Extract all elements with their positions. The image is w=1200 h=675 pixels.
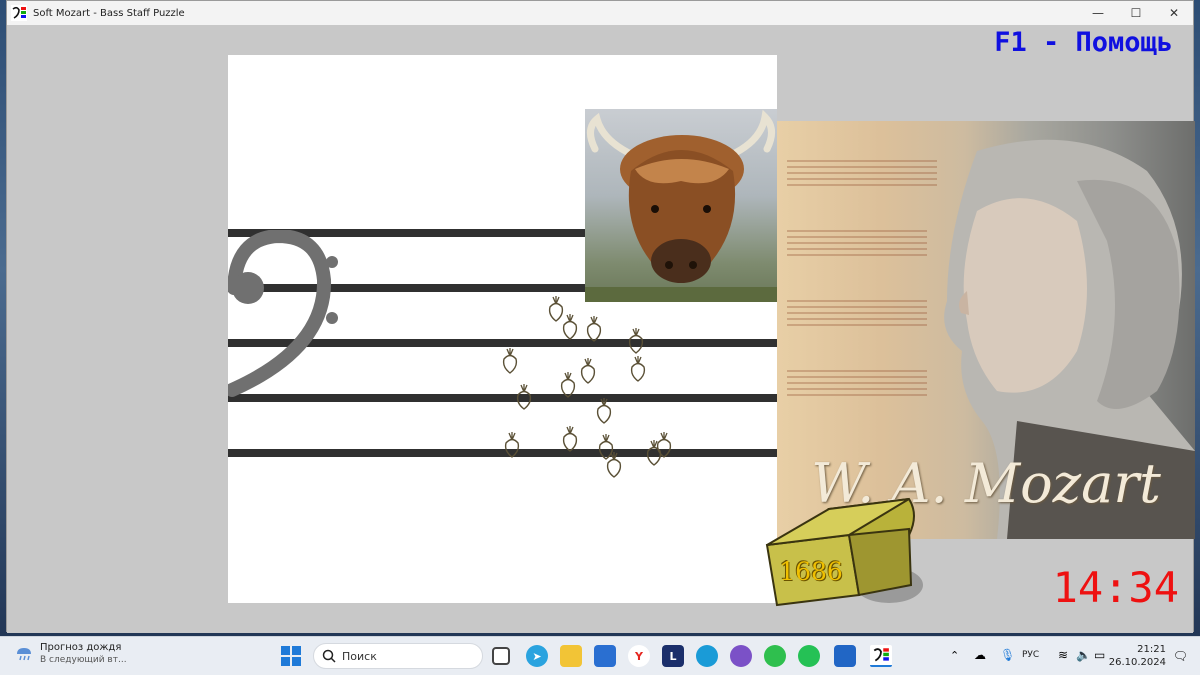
language-indicator[interactable]: РУС — [1022, 650, 1039, 660]
wifi-icon[interactable]: ≋ — [1058, 648, 1068, 662]
timer-display: 14:34 — [1052, 563, 1179, 612]
maximize-button[interactable]: ☐ — [1117, 1, 1155, 25]
search-placeholder: Поиск — [342, 649, 377, 663]
search-icon — [322, 649, 336, 663]
app-icon[interactable] — [834, 645, 856, 667]
weather-title: Прогноз дождя — [40, 642, 122, 653]
taskbar-search[interactable]: Поиск — [313, 643, 483, 669]
beet-icon[interactable] — [498, 347, 522, 375]
microphone-icon[interactable]: 🎙 — [1000, 648, 1015, 662]
edge-icon[interactable] — [696, 645, 718, 667]
beet-icon[interactable] — [500, 431, 524, 459]
soft-mozart-app-icon — [11, 5, 27, 21]
cloud-icon[interactable]: ☁ — [974, 648, 986, 662]
beet-icon[interactable] — [652, 431, 676, 459]
beet-icon[interactable] — [558, 425, 582, 453]
soft-mozart-taskbar-icon[interactable] — [870, 645, 892, 667]
beet-icon[interactable] — [626, 355, 650, 383]
score-counter: 1686 — [779, 557, 843, 586]
weather-widget[interactable]: Прогноз дождя В следующий вт... — [14, 641, 127, 667]
rain-icon — [17, 648, 31, 661]
l-app-icon[interactable]: L — [662, 645, 684, 667]
beet-icon[interactable] — [624, 327, 648, 355]
notification-icon[interactable]: 🗨 — [1173, 649, 1188, 663]
window-title: Soft Mozart - Bass Staff Puzzle — [33, 7, 185, 19]
battery-icon[interactable]: ▭ — [1094, 648, 1105, 662]
viber-icon[interactable] — [730, 645, 752, 667]
help-hint: F1 - Помощь — [994, 27, 1173, 58]
weather-subtitle: В следующий вт... — [40, 655, 127, 665]
mozart-portrait-image: W. A. Mozart — [777, 121, 1195, 539]
minimize-button[interactable]: — — [1079, 1, 1117, 25]
treasure-chest: 1686 — [759, 495, 929, 615]
beet-icon[interactable] — [556, 371, 580, 399]
file-explorer-icon[interactable] — [560, 645, 582, 667]
beet-icon[interactable] — [512, 383, 536, 411]
beet-icon[interactable] — [602, 451, 626, 479]
bass-clef-icon — [228, 230, 338, 397]
store-icon[interactable] — [594, 645, 616, 667]
beet-icon[interactable] — [558, 313, 582, 341]
highland-cow-image — [585, 109, 777, 302]
game-area: F1 - Помощь W. A. Mozart 1686 14:34 — [7, 25, 1195, 633]
taskbar: Прогноз дождя В следующий вт... Поиск ➤ … — [0, 636, 1200, 675]
chevron-up-icon[interactable]: ⌃ — [950, 649, 959, 662]
task-view-icon[interactable] — [492, 647, 510, 665]
title-bar[interactable]: Soft Mozart - Bass Staff Puzzle — ☐ ✕ — [7, 1, 1193, 25]
taskbar-clock[interactable]: 21:21 26.10.2024 — [1109, 643, 1166, 669]
volume-icon[interactable]: 🔈 — [1076, 648, 1091, 662]
yandex-browser-icon[interactable]: Y — [628, 645, 650, 667]
beet-icon[interactable] — [582, 315, 606, 343]
clock-date: 26.10.2024 — [1108, 657, 1166, 668]
telegram-icon[interactable]: ➤ — [526, 645, 548, 667]
beet-icon[interactable] — [592, 397, 616, 425]
clock-time: 21:21 — [1137, 644, 1166, 655]
windows-start-icon[interactable] — [280, 645, 302, 667]
app-window: Soft Mozart - Bass Staff Puzzle — ☐ ✕ F1… — [6, 0, 1195, 633]
whatsapp-icon[interactable] — [798, 645, 820, 667]
close-button[interactable]: ✕ — [1155, 1, 1193, 25]
wechat-icon[interactable] — [764, 645, 786, 667]
